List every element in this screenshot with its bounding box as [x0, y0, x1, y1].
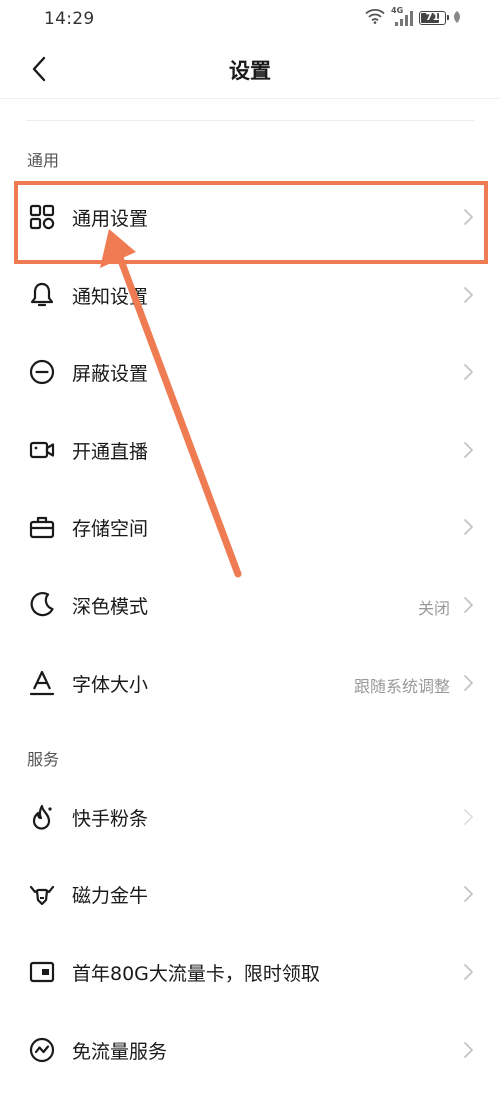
grid-icon	[27, 202, 57, 232]
wifi-icon	[365, 8, 385, 28]
status-icons: 4G 71	[365, 6, 462, 28]
chevron-right-icon	[464, 886, 473, 902]
chevron-right-icon	[464, 1042, 473, 1058]
sim-card-icon	[27, 957, 57, 987]
chevron-right-icon	[464, 287, 473, 303]
battery-level: 71	[425, 12, 440, 23]
settings-item-label: 字体大小	[72, 674, 149, 696]
settings-item-block[interactable]: 屏蔽设置	[0, 341, 500, 403]
data-wave-icon	[27, 1035, 57, 1065]
settings-item-label: 屏蔽设置	[72, 363, 149, 385]
settings-item-general[interactable]: 通用设置	[0, 186, 500, 248]
video-camera-icon	[27, 435, 57, 465]
bell-icon	[27, 280, 57, 310]
settings-item-storage[interactable]: 存储空间	[0, 496, 500, 558]
section-header-general: 通用	[27, 151, 60, 170]
chevron-right-icon	[464, 675, 473, 691]
settings-item-dark-mode[interactable]: 深色模式 关闭	[0, 574, 500, 636]
chevron-right-icon	[464, 809, 473, 825]
bull-icon	[27, 879, 57, 909]
chevron-right-icon	[464, 209, 473, 225]
settings-item-label: 深色模式	[72, 596, 149, 618]
settings-item-label: 开通直播	[72, 441, 149, 463]
cellular-signal-icon: 4G	[391, 6, 413, 27]
settings-item-label: 通知设置	[72, 286, 149, 308]
dark-mode-value: 关闭	[417, 599, 450, 618]
settings-item-label: 通用设置	[72, 208, 149, 230]
storage-box-icon	[27, 512, 57, 542]
leaf-icon	[452, 9, 462, 28]
settings-item-label: 首年80G大流量卡，限时领取	[72, 963, 320, 985]
chevron-right-icon	[464, 519, 473, 535]
battery-icon: 71	[419, 11, 449, 25]
status-time: 14:29	[44, 9, 95, 29]
settings-item-fans-boost[interactable]: 快手粉条	[0, 786, 500, 848]
settings-item-notifications[interactable]: 通知设置	[0, 264, 500, 326]
chevron-right-icon	[464, 597, 473, 613]
block-icon	[27, 357, 57, 387]
nav-bar: 设置	[0, 38, 500, 99]
font-size-icon	[27, 668, 57, 698]
chevron-right-icon	[464, 964, 473, 980]
chevron-right-icon	[464, 442, 473, 458]
settings-item-label: 快手粉条	[72, 808, 149, 830]
font-size-value: 跟随系统调整	[353, 677, 450, 696]
moon-icon	[27, 590, 57, 620]
section-header-services: 服务	[27, 750, 60, 769]
status-bar: 14:29 4G 71	[0, 0, 500, 38]
settings-item-data-card[interactable]: 首年80G大流量卡，限时领取	[0, 941, 500, 1003]
flame-icon	[27, 802, 57, 832]
settings-item-free-data[interactable]: 免流量服务	[0, 1019, 500, 1081]
chevron-right-icon	[464, 364, 473, 380]
settings-item-live[interactable]: 开通直播	[0, 419, 500, 481]
page-title: 设置	[229, 59, 271, 83]
settings-item-magnetic-bull[interactable]: 磁力金牛	[0, 863, 500, 925]
divider	[26, 120, 474, 121]
settings-item-label: 磁力金牛	[72, 885, 149, 907]
settings-item-font-size[interactable]: 字体大小 跟随系统调整	[0, 652, 500, 714]
settings-item-label: 免流量服务	[72, 1041, 168, 1063]
settings-item-label: 存储空间	[72, 518, 149, 540]
